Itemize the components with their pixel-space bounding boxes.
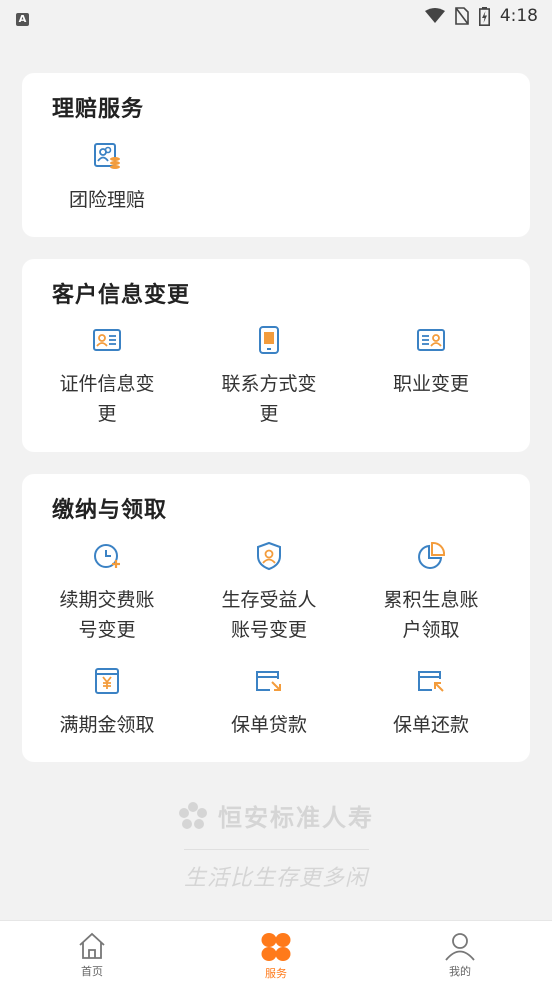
yen-box-icon <box>95 668 119 694</box>
status-time: 4:18 <box>499 6 538 26</box>
notification-a-icon: A <box>16 12 29 26</box>
section-title-claims: 理赔服务 <box>52 97 145 122</box>
item-label: 保单还款 <box>392 714 469 736</box>
item-beneficiary-account-change[interactable]: 生存受益人账号变更 <box>194 541 344 645</box>
tab-service[interactable]: 服务 <box>184 921 368 983</box>
shield-user-icon <box>257 541 281 571</box>
item-label: 团险理赔 <box>68 189 145 211</box>
brand-slogan: 生活比生存更多闲 <box>183 865 368 891</box>
watermark-divider <box>183 848 369 850</box>
flower-logo-icon <box>179 801 207 829</box>
wifi-icon <box>424 8 445 23</box>
claims-service-card: 理赔服务 团险理赔 <box>22 73 530 237</box>
item-label: 职业变更 <box>392 373 469 395</box>
item-label: 生存受益人账号变更 <box>221 589 317 641</box>
brand-watermark: 恒安标准人寿 生活比生存更多闲 <box>0 798 552 892</box>
item-label: 满期金领取 <box>59 714 155 736</box>
item-policy-repayment[interactable]: 保单还款 <box>356 666 506 740</box>
home-icon <box>79 932 105 959</box>
item-maturity-withdraw[interactable]: 满期金领取 <box>32 666 182 740</box>
status-bar: A 4:18 <box>0 0 552 32</box>
pie-chart-icon <box>418 541 446 569</box>
tab-label: 首页 <box>81 965 103 978</box>
tab-label: 我的 <box>449 965 471 978</box>
payment-collection-card: 缴纳与领取 续期交费账号变更 生存受益人账号变更 累积生息账户领取 满期金领取 … <box>22 474 530 762</box>
card-arrow-in-icon <box>256 671 281 691</box>
item-label: 累积生息账户领取 <box>383 589 479 641</box>
battery-charging-icon <box>478 6 490 26</box>
item-job-change[interactable]: 职业变更 <box>356 325 506 399</box>
item-id-change[interactable]: 证件信息变更 <box>32 325 182 429</box>
customer-info-card: 客户信息变更 证件信息变更 联系方式变更 职业变更 <box>22 259 530 452</box>
tab-label: 服务 <box>265 967 287 980</box>
bottom-tab-bar: 首页 服务 我的 <box>0 920 552 983</box>
no-sim-icon <box>455 7 469 25</box>
item-group-claim[interactable]: 团险理赔 <box>32 141 182 215</box>
service-grid-icon <box>261 933 291 961</box>
item-label: 保单贷款 <box>230 714 307 736</box>
item-label: 续期交费账号变更 <box>59 589 155 641</box>
phone-icon <box>259 326 279 354</box>
tab-home[interactable]: 首页 <box>0 921 184 983</box>
group-claim-icon <box>94 143 120 169</box>
clock-plus-icon <box>94 544 120 568</box>
brand-logo: 恒安标准人寿 <box>178 798 374 833</box>
job-card-icon <box>417 329 445 351</box>
item-accumulated-interest-withdraw[interactable]: 累积生息账户领取 <box>356 541 506 645</box>
brand-name: 恒安标准人寿 <box>218 804 374 832</box>
item-renewal-account-change[interactable]: 续期交费账号变更 <box>32 541 182 645</box>
section-title-payment: 缴纳与领取 <box>52 498 168 523</box>
tab-mine[interactable]: 我的 <box>368 921 552 983</box>
status-right: 4:18 <box>424 6 538 26</box>
item-contact-change[interactable]: 联系方式变更 <box>194 325 344 429</box>
status-left: A <box>16 7 29 26</box>
id-card-icon <box>93 329 121 351</box>
item-policy-loan[interactable]: 保单贷款 <box>194 666 344 740</box>
item-label: 证件信息变更 <box>59 373 155 425</box>
card-arrow-out-icon <box>418 671 444 692</box>
user-icon <box>445 933 475 961</box>
item-label: 联系方式变更 <box>221 373 317 425</box>
section-title-customer-info: 客户信息变更 <box>52 283 191 308</box>
